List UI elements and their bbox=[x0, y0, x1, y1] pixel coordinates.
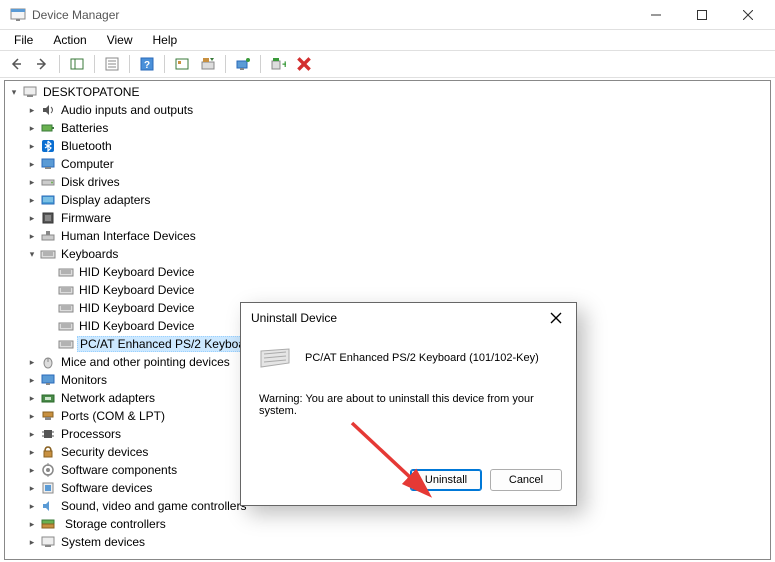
sound-icon bbox=[40, 498, 56, 514]
computer-icon bbox=[40, 156, 56, 172]
bluetooth-icon bbox=[40, 138, 56, 154]
chevron-right-icon[interactable]: ▸ bbox=[25, 535, 39, 549]
uninstall-button[interactable]: Uninstall bbox=[410, 469, 482, 491]
disk-icon bbox=[40, 174, 56, 190]
tree-item-audio[interactable]: ▸ Audio inputs and outputs bbox=[5, 101, 770, 119]
tree-item-hid-keyboard[interactable]: HID Keyboard Device bbox=[5, 263, 770, 281]
window-controls bbox=[633, 0, 771, 30]
processor-icon bbox=[40, 426, 56, 442]
keyboard-icon bbox=[58, 336, 74, 352]
svg-text:+: + bbox=[282, 59, 286, 71]
dialog-device-name: PC/AT Enhanced PS/2 Keyboard (101/102-Ke… bbox=[305, 352, 539, 364]
storage-icon bbox=[40, 516, 56, 532]
chevron-down-icon[interactable]: ▾ bbox=[25, 247, 39, 261]
forward-button[interactable] bbox=[30, 52, 54, 76]
chevron-right-icon[interactable]: ▸ bbox=[25, 355, 39, 369]
chevron-right-icon[interactable]: ▸ bbox=[25, 427, 39, 441]
chevron-right-icon[interactable]: ▸ bbox=[25, 175, 39, 189]
add-legacy-hardware-button[interactable]: + bbox=[266, 52, 290, 76]
uninstall-device-button[interactable] bbox=[196, 52, 220, 76]
tree-root[interactable]: ▾ DESKTOPATONE bbox=[5, 83, 770, 101]
uninstall-dialog: Uninstall Device PC/AT Enhanced PS/2 Key… bbox=[240, 302, 577, 506]
chevron-right-icon[interactable]: ▸ bbox=[25, 463, 39, 477]
chevron-right-icon[interactable]: ▸ bbox=[25, 121, 39, 135]
dialog-titlebar: Uninstall Device bbox=[241, 303, 576, 333]
dialog-close-button[interactable] bbox=[546, 308, 566, 328]
update-driver-button[interactable] bbox=[170, 52, 194, 76]
tree-item-computer[interactable]: ▸ Computer bbox=[5, 155, 770, 173]
menu-file[interactable]: File bbox=[4, 31, 43, 49]
menu-action[interactable]: Action bbox=[43, 31, 96, 49]
chevron-right-icon[interactable]: ▸ bbox=[25, 481, 39, 495]
minimize-button[interactable] bbox=[633, 0, 679, 30]
tree-item-batteries[interactable]: ▸ Batteries bbox=[5, 119, 770, 137]
chevron-right-icon[interactable]: ▸ bbox=[25, 445, 39, 459]
tree-item-keyboards[interactable]: ▾ Keyboards bbox=[5, 245, 770, 263]
cancel-button[interactable]: Cancel bbox=[490, 469, 562, 491]
keyboard-icon bbox=[58, 264, 74, 280]
software-component-icon bbox=[40, 462, 56, 478]
chevron-right-icon[interactable]: ▸ bbox=[25, 229, 39, 243]
dialog-title: Uninstall Device bbox=[251, 311, 546, 325]
show-hide-tree-button[interactable] bbox=[65, 52, 89, 76]
tree-root-label: DESKTOPATONE bbox=[41, 85, 141, 99]
mouse-icon bbox=[40, 354, 56, 370]
help-button[interactable]: ? bbox=[135, 52, 159, 76]
tree-item-hid[interactable]: ▸ Human Interface Devices bbox=[5, 227, 770, 245]
tree-item-system-devices[interactable]: ▸ System devices bbox=[5, 533, 770, 551]
toolbar: ? + bbox=[0, 50, 775, 78]
tree-item-hid-keyboard[interactable]: HID Keyboard Device bbox=[5, 281, 770, 299]
menu-view[interactable]: View bbox=[97, 31, 143, 49]
chevron-right-icon[interactable]: ▸ bbox=[25, 139, 39, 153]
keyboard-icon bbox=[58, 282, 74, 298]
chevron-right-icon[interactable]: ▸ bbox=[25, 211, 39, 225]
tree-item-display-adapters[interactable]: ▸ Display adapters bbox=[5, 191, 770, 209]
tree-item-disk-drives[interactable]: ▸ Disk drives bbox=[5, 173, 770, 191]
menubar: File Action View Help bbox=[0, 30, 775, 50]
keyboard-icon bbox=[40, 246, 56, 262]
computer-icon bbox=[22, 84, 38, 100]
audio-icon bbox=[40, 102, 56, 118]
monitor-icon bbox=[40, 372, 56, 388]
svg-text:?: ? bbox=[144, 60, 150, 71]
chevron-right-icon[interactable]: ▸ bbox=[25, 517, 39, 531]
properties-button[interactable] bbox=[100, 52, 124, 76]
dialog-body: PC/AT Enhanced PS/2 Keyboard (101/102-Ke… bbox=[241, 333, 576, 469]
dialog-warning-text: Warning: You are about to uninstall this… bbox=[259, 393, 558, 417]
chevron-right-icon[interactable]: ▸ bbox=[25, 373, 39, 387]
chevron-right-icon[interactable]: ▸ bbox=[25, 103, 39, 117]
keyboard-icon bbox=[259, 347, 291, 369]
chevron-right-icon[interactable]: ▸ bbox=[25, 391, 39, 405]
network-icon bbox=[40, 390, 56, 406]
display-icon bbox=[40, 192, 56, 208]
chevron-right-icon[interactable]: ▸ bbox=[25, 193, 39, 207]
window-title: Device Manager bbox=[32, 8, 633, 22]
back-button[interactable] bbox=[4, 52, 28, 76]
chevron-down-icon[interactable]: ▾ bbox=[7, 85, 21, 99]
tree-item-bluetooth[interactable]: ▸ Bluetooth bbox=[5, 137, 770, 155]
tree-item-storage[interactable]: ▸ Storage controllers bbox=[5, 515, 770, 533]
tree-item-firmware[interactable]: ▸ Firmware bbox=[5, 209, 770, 227]
system-icon bbox=[40, 534, 56, 550]
menu-help[interactable]: Help bbox=[143, 31, 188, 49]
battery-icon bbox=[40, 120, 56, 136]
ports-icon bbox=[40, 408, 56, 424]
firmware-icon bbox=[40, 210, 56, 226]
keyboard-icon bbox=[58, 318, 74, 334]
close-button[interactable] bbox=[725, 0, 771, 30]
delete-button[interactable] bbox=[292, 52, 316, 76]
app-icon bbox=[10, 7, 26, 23]
security-icon bbox=[40, 444, 56, 460]
chevron-right-icon[interactable]: ▸ bbox=[25, 409, 39, 423]
hid-icon bbox=[40, 228, 56, 244]
chevron-right-icon[interactable]: ▸ bbox=[25, 157, 39, 171]
titlebar: Device Manager bbox=[0, 0, 775, 30]
maximize-button[interactable] bbox=[679, 0, 725, 30]
chevron-right-icon[interactable]: ▸ bbox=[25, 499, 39, 513]
keyboard-icon bbox=[58, 300, 74, 316]
scan-hardware-button[interactable] bbox=[231, 52, 255, 76]
software-device-icon bbox=[40, 480, 56, 496]
